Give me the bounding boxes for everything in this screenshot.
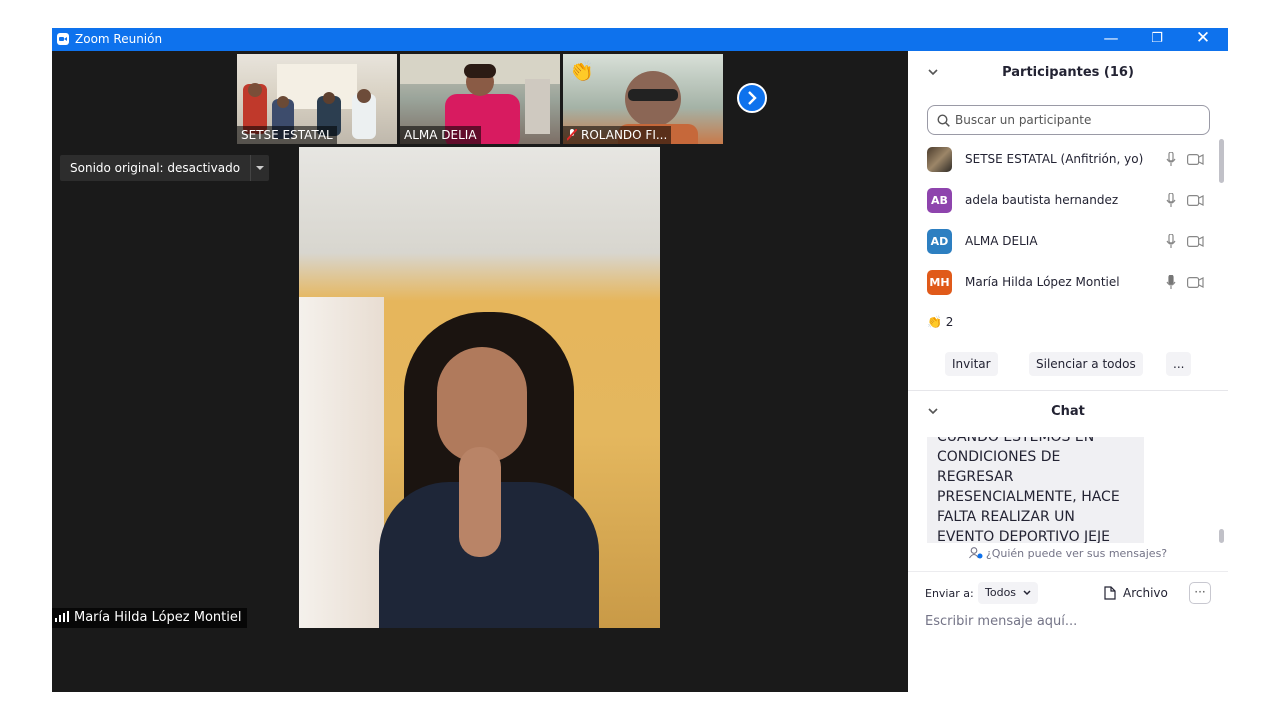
mute-all-button[interactable]: Silenciar a todos bbox=[1029, 352, 1143, 376]
participant-name: adela bautista hernandez bbox=[965, 193, 1119, 207]
reaction-summary: 👏 2 bbox=[927, 315, 953, 329]
file-button[interactable]: Archivo bbox=[1104, 586, 1168, 600]
participant-search-input[interactable]: Buscar un participante bbox=[927, 105, 1210, 135]
file-icon bbox=[1104, 586, 1116, 600]
participant-name-label: ALMA DELIA bbox=[400, 126, 481, 144]
visibility-text: ¿Quién puede ver sus mensajes? bbox=[985, 547, 1168, 560]
message-visibility-link[interactable]: ¿Quién puede ver sus mensajes? bbox=[908, 547, 1228, 560]
chat-header: Chat bbox=[908, 393, 1228, 431]
active-speaker-name: María Hilda López Montiel bbox=[74, 610, 242, 625]
chat-scrollbar[interactable] bbox=[1219, 529, 1224, 543]
active-speaker-video bbox=[299, 147, 660, 628]
chevron-down-icon bbox=[1023, 590, 1031, 596]
participant-row[interactable]: AB adela bautista hernandez bbox=[908, 180, 1216, 221]
microphone-icon[interactable] bbox=[1166, 193, 1176, 208]
active-speaker-label: María Hilda López Montiel bbox=[52, 608, 247, 628]
microphone-icon[interactable] bbox=[1166, 234, 1176, 249]
chevron-right-icon bbox=[748, 91, 757, 105]
participant-name: ALMA DELIA bbox=[965, 234, 1038, 248]
minimize-button[interactable]: — bbox=[1088, 28, 1134, 51]
side-panel: Participantes (16) Buscar un participant… bbox=[908, 51, 1228, 692]
file-label: Archivo bbox=[1123, 586, 1168, 600]
avatar: MH bbox=[927, 270, 952, 295]
participants-header: Participantes (16) bbox=[908, 54, 1228, 92]
more-options-button[interactable]: ... bbox=[1166, 352, 1192, 376]
chevron-down-icon[interactable] bbox=[928, 393, 938, 431]
video-camera-icon[interactable] bbox=[1187, 236, 1204, 247]
participant-name: SETSE ESTATAL (Anfitrión, yo) bbox=[965, 152, 1144, 166]
participant-name-label: ROLANDO FI... bbox=[563, 126, 672, 144]
video-thumbnail[interactable]: 👏 ROLANDO FI... bbox=[563, 54, 723, 144]
participant-row[interactable]: SETSE ESTATAL (Anfitrión, yo) bbox=[908, 139, 1216, 180]
chat-message: CUANDO ESTEMOS EN CONDICIONES DE REGRESA… bbox=[927, 437, 1144, 543]
original-sound-toggle[interactable]: Sonido original: desactivado bbox=[60, 155, 270, 181]
participant-name-text: ROLANDO FI... bbox=[581, 128, 668, 142]
participant-row[interactable]: AD ALMA DELIA bbox=[908, 221, 1216, 262]
person-visibility-icon bbox=[968, 547, 983, 559]
avatar: AB bbox=[927, 188, 952, 213]
send-to-value: Todos bbox=[985, 586, 1017, 599]
chevron-down-icon[interactable] bbox=[928, 54, 938, 92]
video-background-window bbox=[299, 297, 384, 628]
clapping-hands-icon: 👏 bbox=[927, 315, 942, 329]
restore-button[interactable]: ❐ bbox=[1134, 28, 1180, 51]
search-placeholder: Buscar un participante bbox=[955, 113, 1092, 127]
send-to-select[interactable]: Todos bbox=[978, 582, 1038, 604]
next-page-button[interactable] bbox=[737, 83, 767, 113]
video-thumbnail[interactable]: SETSE ESTATAL bbox=[237, 54, 397, 144]
participant-row[interactable]: MH María Hilda López Montiel bbox=[908, 262, 1216, 297]
video-thumbnail[interactable]: ALMA DELIA bbox=[400, 54, 560, 144]
microphone-icon[interactable] bbox=[1166, 152, 1176, 167]
close-button[interactable]: ✕ bbox=[1180, 28, 1226, 51]
zoom-app-icon bbox=[57, 33, 69, 45]
video-stage: SETSE ESTATAL ALMA DELIA 👏 ROLANDO FI...… bbox=[52, 51, 908, 692]
title-bar: Zoom Reunión — ❐ ✕ bbox=[52, 28, 1228, 51]
send-to-label: Enviar a: bbox=[925, 587, 974, 600]
participant-list: SETSE ESTATAL (Anfitrión, yo) AB adela b… bbox=[908, 139, 1216, 297]
microphone-active-icon[interactable] bbox=[1166, 275, 1176, 290]
chat-message-input[interactable]: Escribir mensaje aquí... bbox=[925, 614, 1077, 629]
chat-more-button[interactable]: ··· bbox=[1189, 582, 1211, 604]
chat-messages: CUANDO ESTEMOS EN CONDICIONES DE REGRESA… bbox=[908, 437, 1216, 543]
section-divider bbox=[908, 390, 1228, 391]
clapping-hands-icon: 👏 bbox=[569, 59, 594, 83]
zoom-window: Zoom Reunión — ❐ ✕ SETSE ESTATAL ALMA DE… bbox=[52, 28, 1228, 692]
video-camera-icon[interactable] bbox=[1187, 154, 1204, 165]
participant-name: María Hilda López Montiel bbox=[965, 275, 1120, 289]
participant-name-label: SETSE ESTATAL bbox=[237, 126, 337, 144]
participant-list-scrollbar[interactable] bbox=[1219, 139, 1224, 183]
signal-icon bbox=[55, 611, 69, 622]
invite-button[interactable]: Invitar bbox=[945, 352, 998, 376]
video-camera-icon[interactable] bbox=[1187, 195, 1204, 206]
video-figure-hands bbox=[459, 447, 501, 557]
muted-mic-icon bbox=[566, 128, 578, 141]
original-sound-label: Sonido original: desactivado bbox=[70, 161, 241, 175]
reaction-count: 2 bbox=[945, 315, 954, 329]
chat-compose: Enviar a: Todos Archivo ··· Escribir men… bbox=[908, 571, 1228, 692]
chevron-down-icon[interactable] bbox=[250, 155, 269, 181]
video-camera-icon[interactable] bbox=[1187, 277, 1204, 288]
avatar bbox=[927, 147, 952, 172]
video-figure-face bbox=[437, 347, 527, 462]
window-title: Zoom Reunión bbox=[75, 32, 163, 46]
chat-title: Chat bbox=[1051, 404, 1085, 419]
participants-title: Participantes (16) bbox=[1002, 65, 1134, 80]
avatar: AD bbox=[927, 229, 952, 254]
search-icon bbox=[937, 114, 950, 127]
